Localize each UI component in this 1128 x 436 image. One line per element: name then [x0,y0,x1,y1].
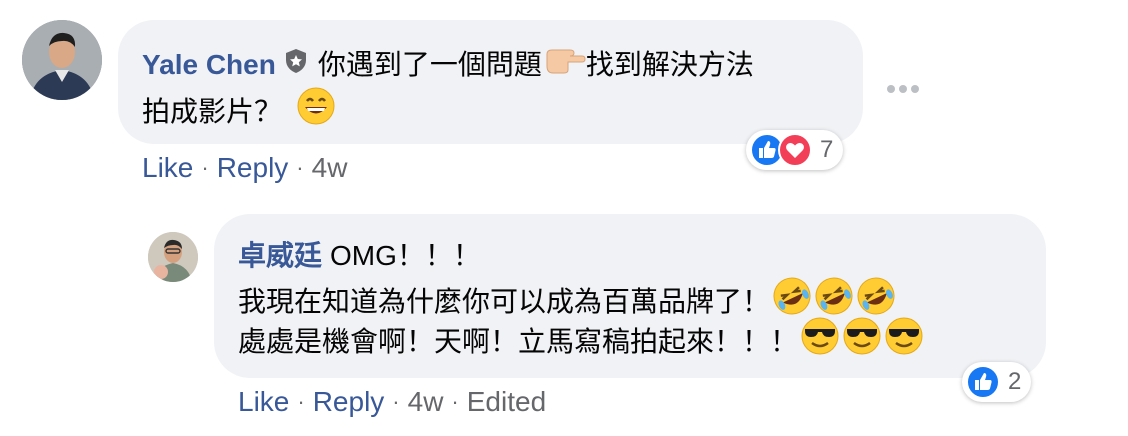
grinning-face-icon [296,86,336,137]
timestamp[interactable]: 4w [408,386,444,418]
sunglasses-face-icon [842,316,882,367]
shield-badge-icon [284,45,308,85]
separator: · [392,389,400,414]
like-reaction-icon [966,365,1000,399]
sunglasses-face-icon [800,316,840,367]
reply-line-1: 卓威廷 OMG！！！ [238,236,481,276]
commenter-avatar[interactable] [22,20,102,100]
comment-text-line2: 拍成影片？ [142,95,283,127]
reaction-count: 2 [1008,368,1022,395]
reply-text-line3: 處處是機會啊！天啊！立馬寫稿拍起來！！！ [238,325,799,357]
reply-author[interactable]: 卓威廷 [238,236,322,276]
comment-reactions[interactable]: 7 [746,130,844,170]
reply-button[interactable]: Reply [313,386,385,418]
comment-text-part2: 找到解決方法 [585,48,754,80]
reply-actions: Like · Reply · 4w · Edited [238,386,546,418]
comment-text-part1: 你遇到了一個問題 [317,48,542,80]
pointing-hand-icon [544,44,586,85]
comment-actions: Like · Reply · 4w [142,152,347,184]
reply-button[interactable]: Reply [217,152,289,184]
sunglasses-face-icon [884,316,924,367]
separator: · [201,155,209,180]
edited-label[interactable]: Edited [467,386,546,418]
like-button[interactable]: Like [238,386,289,418]
comment-author[interactable]: Yale Chen [142,45,276,85]
comment-line-1: Yale Chen 你遇到了一個問題 找到解決方法 [142,44,754,85]
timestamp[interactable]: 4w [312,152,348,184]
separator: · [297,389,305,414]
more-options-icon[interactable] [886,82,920,101]
reply-reactions[interactable]: 2 [962,362,1032,402]
love-reaction-icon [778,133,812,167]
comment-line-2: 拍成影片？ [142,86,336,137]
reply-line-3: 處處是機會啊！天啊！立馬寫稿拍起來！！！ [238,316,924,367]
separator: · [451,389,459,414]
reply-text-line1: OMG！！！ [330,240,481,271]
like-button[interactable]: Like [142,152,193,184]
reply-avatar[interactable] [148,232,198,282]
separator: · [296,155,304,180]
reaction-count: 7 [820,136,834,163]
